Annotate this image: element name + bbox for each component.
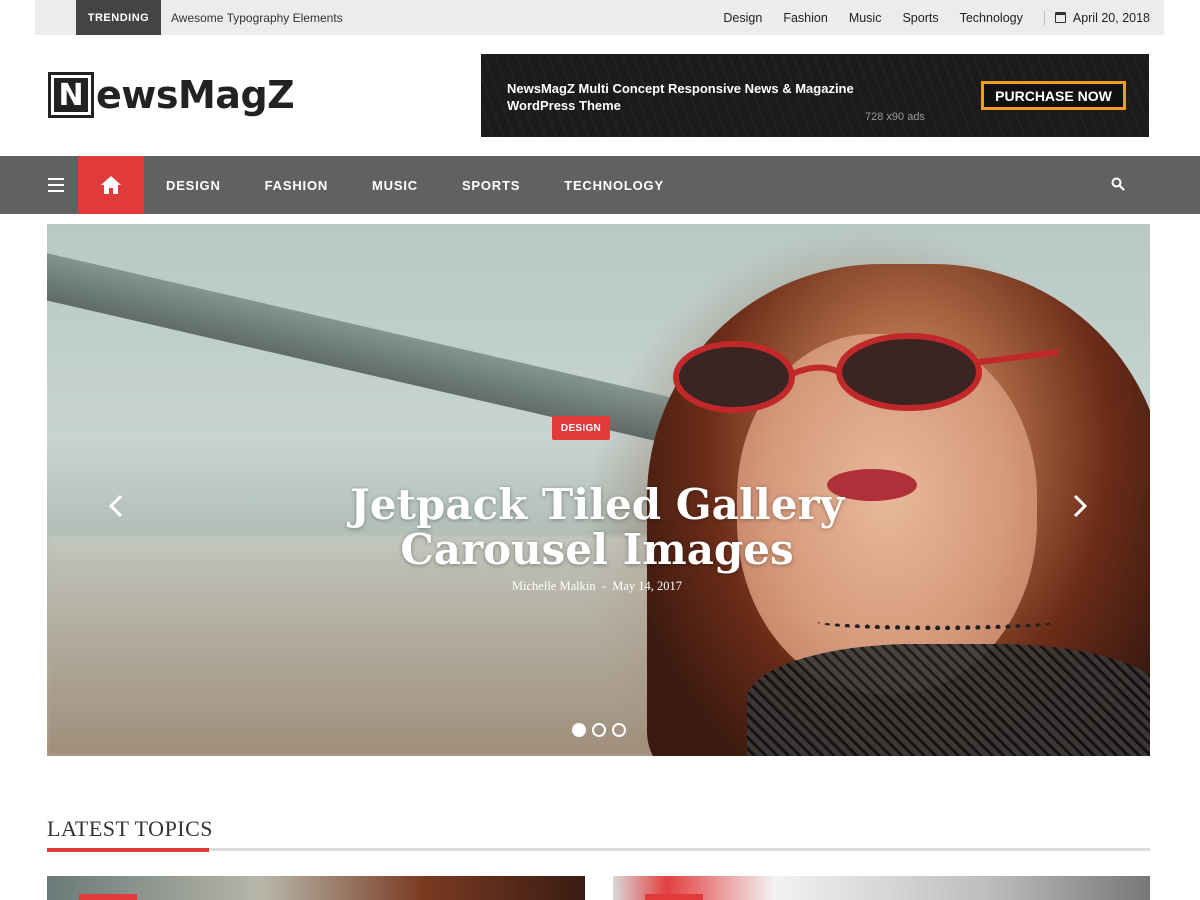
nav-item-design[interactable]: DESIGN [166,178,221,193]
current-date-text: April 20, 2018 [1072,10,1150,25]
ad-size-label: 728 x90 ads [865,111,925,123]
hero-image-sunglasses [673,333,1059,413]
nav-menu: DESIGN FASHION MUSIC SPORTS TECHNOLOGY [144,156,686,214]
purchase-now-button[interactable]: PURCHASE NOW [981,81,1126,110]
slider-dot[interactable] [592,723,606,737]
top-links: Design Fashion Music Sports Technology A… [702,0,1164,35]
slider-dot[interactable] [572,723,586,737]
nav-item-sports[interactable]: SPORTS [462,178,520,193]
post-category-badge[interactable] [645,894,703,900]
hero-title[interactable]: Jetpack Tiled Gallery Carousel Images [297,482,897,572]
post-category-badge[interactable] [79,894,137,900]
top-link-fashion[interactable]: Fashion [783,11,827,25]
logo-text: ewsMagZ [96,73,295,117]
trending-headline-link[interactable]: Awesome Typography Elements [171,11,343,25]
chevron-right-icon[interactable] [1065,492,1093,520]
site-logo[interactable]: N ewsMagZ [48,72,295,118]
latest-post-thumbnail[interactable] [613,876,1150,900]
hero-category-badge[interactable]: DESIGN [552,416,610,440]
hero-image-choker [817,614,1057,630]
calendar-icon [1054,12,1066,23]
ad-text: NewsMagZ Multi Concept Responsive News &… [507,81,854,113]
nav-item-fashion[interactable]: FASHION [265,178,328,193]
top-bar: TRENDING Awesome Typography Elements Des… [35,0,1164,35]
top-link-design[interactable]: Design [723,11,762,25]
logo-letter: N [54,78,88,113]
nav-item-technology[interactable]: TECHNOLOGY [564,178,664,193]
ad-banner[interactable]: NewsMagZ Multi Concept Responsive News &… [481,54,1149,137]
home-icon [101,176,121,194]
main-navigation: DESIGN FASHION MUSIC SPORTS TECHNOLOGY [0,156,1200,214]
top-link-sports[interactable]: Sports [902,11,938,25]
search-icon[interactable] [1111,177,1125,191]
hero-slider[interactable]: DESIGN Jetpack Tiled Gallery Carousel Im… [47,224,1150,756]
hero-meta-separator: - [601,579,607,593]
home-button[interactable] [78,156,144,214]
section-divider [47,848,1150,851]
top-link-music[interactable]: Music [849,11,882,25]
nav-item-music[interactable]: MUSIC [372,178,418,193]
hero-date: May 14, 2017 [612,579,683,593]
latest-post-thumbnail[interactable] [47,876,585,900]
hero-author[interactable]: Michelle Malkin [512,579,596,593]
hero-meta: Michelle Malkin - May 14, 2017 [447,579,747,594]
hamburger-menu-icon[interactable] [48,178,64,192]
latest-topics-heading: LATEST TOPICS [47,816,214,841]
trending-label: TRENDING [76,0,161,35]
slider-pagination [572,723,632,737]
hero-image-top [747,644,1150,756]
top-link-technology[interactable]: Technology [960,11,1023,25]
current-date: April 20, 2018 [1043,10,1150,25]
slider-dot[interactable] [612,723,626,737]
chevron-left-icon[interactable] [103,492,131,520]
section-divider-accent [47,848,209,852]
logo-mark: N [48,72,94,118]
